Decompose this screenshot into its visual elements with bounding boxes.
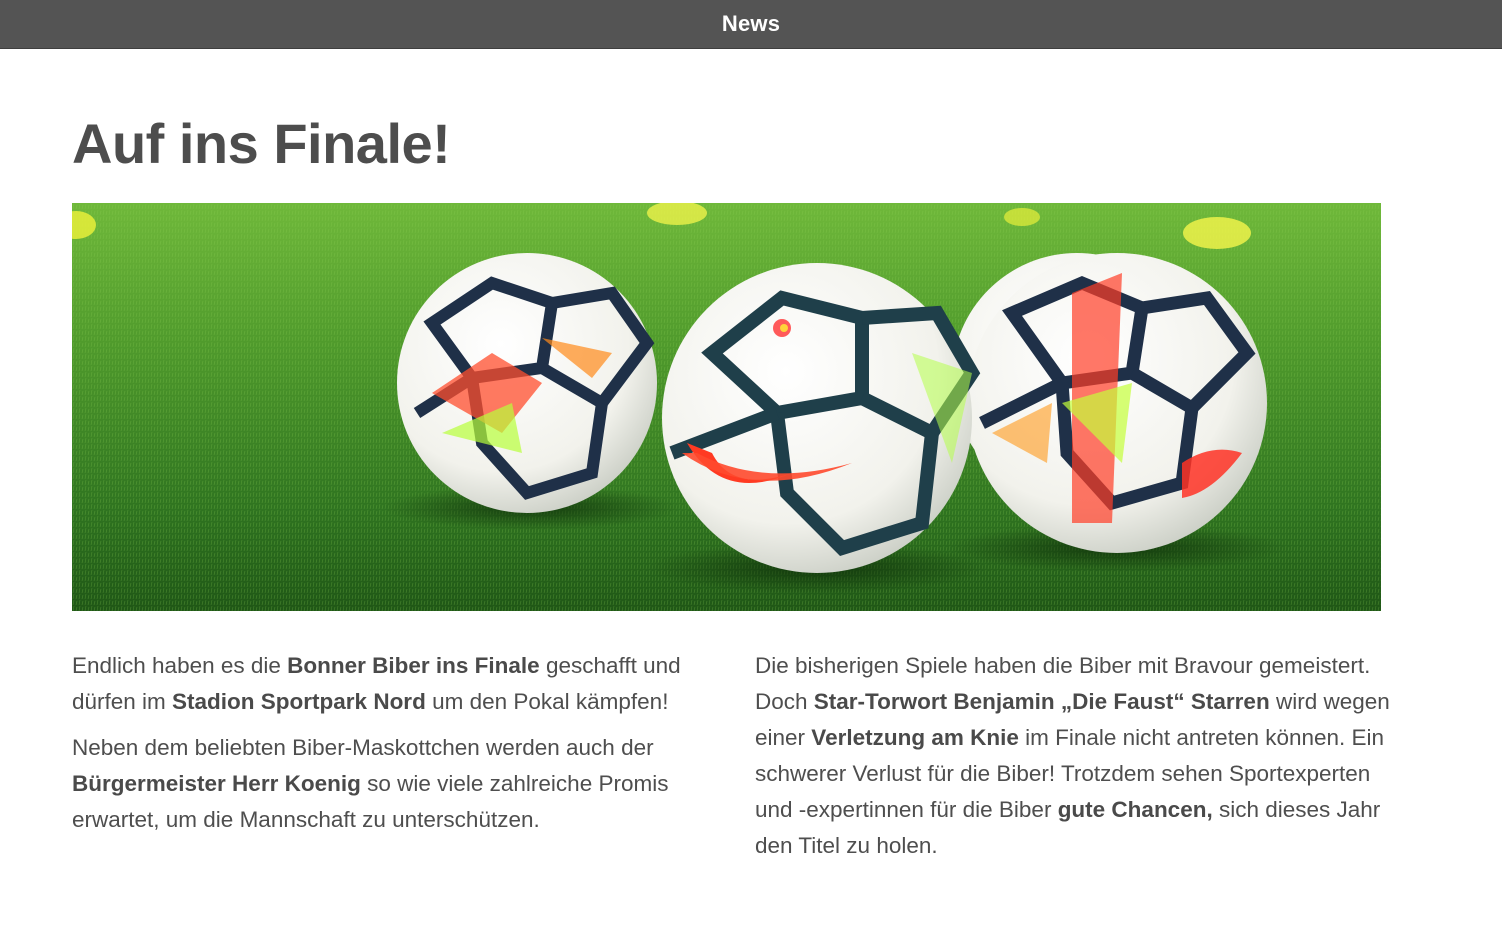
football-2 <box>662 263 981 573</box>
footballs-photo <box>72 203 1381 611</box>
text: um den Pokal kämpfen! <box>425 689 669 714</box>
football-1 <box>397 253 657 513</box>
article-headline: Auf ins Finale! <box>72 112 451 175</box>
paragraph: Die bisherigen Spiele haben die Biber mi… <box>755 648 1395 864</box>
emphasis: Star-Torwort Benjamin „Die Faust“ Starre… <box>813 689 1270 714</box>
emphasis: gute Chancen, <box>1057 797 1213 822</box>
top-bar: News <box>0 0 1502 49</box>
paragraph: Neben dem beliebten Biber-Maskottchen we… <box>72 730 712 838</box>
article-image <box>72 203 1381 611</box>
article-column-left: Endlich haben es die Bonner Biber ins Fi… <box>72 648 712 848</box>
emphasis: Bürgermeister Herr Koenig <box>72 771 361 796</box>
article-column-right: Die bisherigen Spiele haben die Biber mi… <box>755 648 1395 874</box>
emphasis: Stadion Sportpark Nord <box>172 689 426 714</box>
emphasis: Bonner Biber ins Finale <box>287 653 540 678</box>
page-title: News <box>721 11 781 36</box>
text: Endlich haben es die <box>72 653 288 678</box>
text: Neben dem beliebten Biber-Maskottchen we… <box>72 735 654 760</box>
emphasis: Verletzung am Knie <box>811 725 1019 750</box>
paragraph: Endlich haben es die Bonner Biber ins Fi… <box>72 648 712 720</box>
